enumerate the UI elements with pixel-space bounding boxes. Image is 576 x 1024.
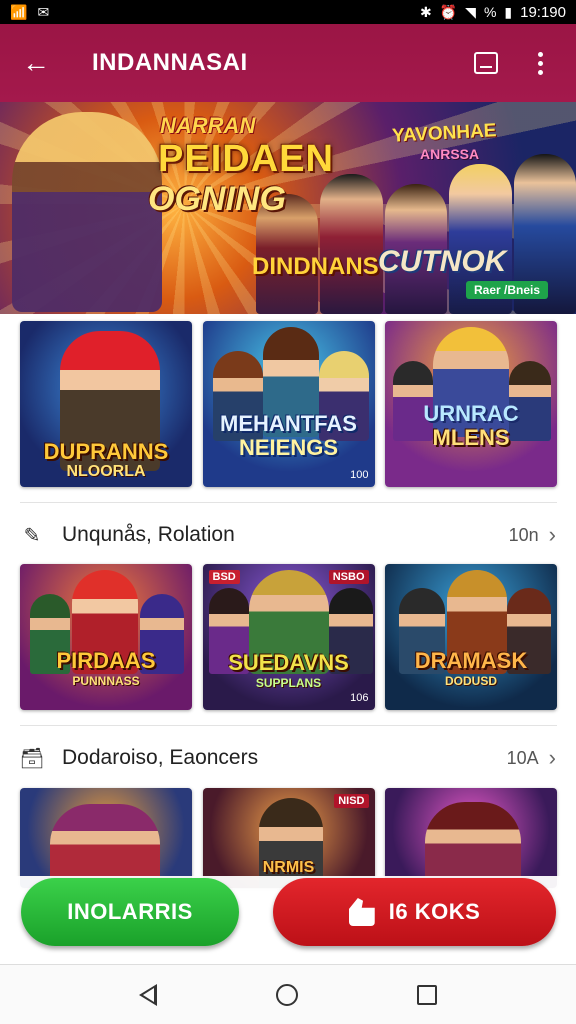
briefcase-icon: 🗃 [19, 747, 45, 770]
battery-percent: % [483, 4, 497, 20]
hero-character [12, 112, 162, 312]
battery-icon: ▮ [504, 3, 513, 20]
game-tile[interactable]: MEHANTFAS NEIENGS 100 [202, 321, 375, 487]
secondary-action-label: I6 KOKS [388, 899, 481, 924]
hero-brand: NARRAN [160, 113, 256, 138]
section-header-2[interactable]: 🗃 Dodaroiso, Eaoncers 10A › [19, 738, 556, 778]
nav-back-icon[interactable] [139, 983, 158, 1006]
tile-subtitle: DODUSD [444, 674, 497, 688]
more-options-button[interactable] [522, 45, 558, 81]
tile-title: PIRDAAS [56, 648, 156, 673]
tile-subtitle: MLENS [432, 425, 510, 450]
tile-title: MEHANTFAS [220, 411, 357, 436]
arrow-left-icon: ← [22, 47, 50, 78]
sim-icon: 📶 [10, 3, 28, 20]
window-button[interactable] [468, 45, 504, 81]
section-header-1[interactable]: ✎ Unqunås, Rolation 10n › [20, 515, 556, 555]
game-tile[interactable]: NISD NRMIS [202, 788, 375, 888]
hero-tag-5: Raer /Bneis [466, 281, 549, 299]
game-row-2: PIRDAAS PUNNNASS BSD NSBO SUEDAVNS SUPPL… [20, 564, 557, 710]
section-title: Unqunås, Rolation [62, 523, 235, 546]
hand-icon [348, 898, 375, 926]
bluetooth-icon: ✱ [419, 3, 432, 20]
game-row-3: NISD NRMIS [20, 788, 557, 888]
tile-title: NRMIS [262, 859, 315, 876]
game-tile[interactable]: URNRAC MLENS [385, 321, 557, 487]
game-tile[interactable]: PIRDAAS PUNNNASS [20, 564, 192, 710]
back-button[interactable]: ← [18, 45, 54, 81]
tile-subtitle: PUNNNASS [72, 674, 140, 688]
tile-badge-right: NISD [334, 794, 369, 808]
tile-badge: 100 [350, 469, 369, 481]
game-tile[interactable]: DRAMASK DODUSD [385, 564, 557, 710]
tile-badge: 106 [350, 692, 369, 704]
nav-recent-icon[interactable] [416, 984, 437, 1005]
chevron-right-icon[interactable]: › [549, 745, 556, 771]
game-tile[interactable] [20, 788, 192, 888]
hero-subtitle: OGNING [148, 180, 286, 218]
status-left: 📶 ✉ [10, 4, 49, 21]
hero-title: PEIDAEN [158, 138, 334, 180]
primary-action-label: INOLARRIS [67, 899, 193, 924]
game-tile[interactable]: DUPRANNS NLOORLA [20, 321, 192, 487]
nav-home-icon[interactable] [275, 983, 298, 1006]
tile-subtitle: NEIENGS [238, 435, 339, 460]
tile-badge-left: BSD [208, 570, 240, 584]
alarm-icon: ⏰ [439, 3, 458, 20]
hero-tag-2: ANRSSA [420, 146, 480, 162]
window-icon [474, 52, 498, 74]
app-bar: ← INDANNASAI [0, 24, 576, 102]
status-bar: 📶 ✉ ✱ ⏰ ◥ % ▮ 19:190 [0, 0, 576, 24]
status-time: 19:190 [520, 3, 566, 21]
tile-title: DRAMASK [414, 648, 528, 673]
mail-icon: ✉ [37, 3, 50, 20]
game-tile[interactable]: BSD NSBO SUEDAVNS SUPPLANS 106 [202, 564, 375, 710]
tile-badge-right: NSBO [328, 570, 369, 584]
chevron-right-icon[interactable]: › [549, 522, 556, 548]
hero-tag-4: CUTNOK [378, 245, 507, 278]
system-nav-bar [0, 964, 576, 1024]
tile-subtitle: SUPPLANS [255, 676, 322, 690]
edit-circle-icon: ✎ [23, 524, 41, 547]
page-title: INDANNASAI [92, 49, 248, 76]
tile-subtitle: NLOORLA [66, 463, 146, 480]
tile-title: URNRAC [423, 401, 519, 426]
secondary-action-button[interactable]: I6 KOKS [273, 878, 556, 946]
section-count: 10A [506, 747, 539, 768]
tile-title: DUPRANNS [43, 439, 169, 464]
game-row-1: DUPRANNS NLOORLA MEHANTFAS NEIENGS 100 U… [20, 321, 557, 487]
status-right: ✱ ⏰ ◥ % ▮ 19:190 [420, 4, 566, 21]
divider [20, 725, 557, 726]
more-vert-icon [537, 51, 543, 75]
hero-tag-3: DINDNANS [252, 253, 379, 280]
game-tile[interactable] [385, 788, 557, 888]
section-title: Dodaroiso, Eaoncers [62, 746, 259, 769]
primary-action-button[interactable]: INOLARRIS [21, 878, 239, 946]
section-count: 10n [508, 524, 539, 545]
divider [20, 502, 557, 503]
action-bar: INOLARRIS I6 KOKS [0, 876, 576, 964]
wifi-icon: ◥ [465, 3, 476, 20]
tile-title: SUEDAVNS [228, 650, 349, 675]
